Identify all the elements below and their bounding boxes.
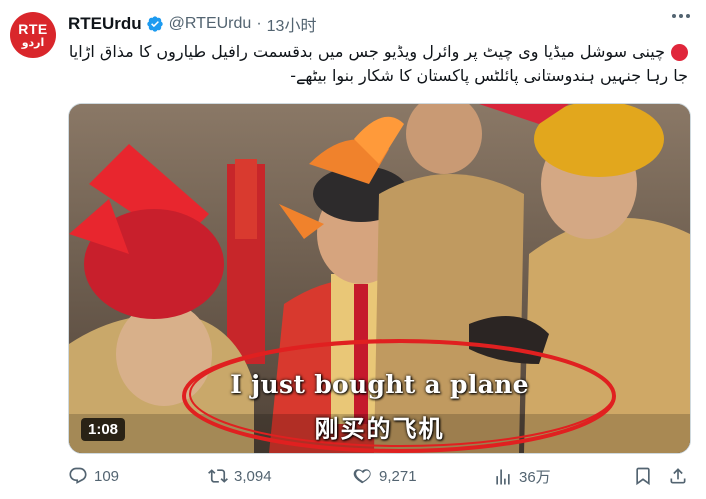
views-button[interactable]: 36万 [493,466,551,487]
red-circle-emoji-icon [671,44,688,61]
tweet-text: چینی سوشل میڈیا وی چیٹ پر وائرل ویڈیو جس… [68,40,688,88]
tweet-timestamp[interactable]: 13小时 [267,12,317,36]
subtitle-english: I just bought a plane [230,370,529,399]
bookmark-icon [636,467,650,486]
like-count: 9,271 [379,467,417,485]
header-separator: · [256,15,262,32]
heart-icon [353,469,371,484]
video-duration-badge: 1:08 [81,418,126,441]
retweet-count: 3,094 [234,467,272,485]
reply-count: 109 [94,467,120,485]
like-button[interactable]: 9,271 [353,466,417,486]
author-handle[interactable]: @RTEUrdu [169,15,252,33]
video-frame [69,104,690,453]
views-count: 36万 [519,469,551,486]
bookmark-button[interactable] [633,466,659,486]
avatar-logo-text: RTE [18,20,48,37]
tweet-header: RTEUrdu @RTEUrdu · 13小时 [68,12,316,36]
author-name[interactable]: RTEUrdu [68,14,142,34]
views-chart-icon [496,469,510,484]
verified-badge-icon [146,15,164,33]
tweet-actions-bar: 109 3,094 9,271 36万 [68,466,688,492]
video-player[interactable]: I just bought a plane 刚买的飞机 1:08 [68,103,691,454]
tweet-body: چینی سوشل میڈیا وی چیٹ پر وائرل ویڈیو جس… [68,42,688,85]
reply-icon [69,467,87,484]
retweet-icon [208,469,228,483]
subtitle-chinese: 刚买的飞机 [314,416,445,443]
avatar-logo-subtext: اردو [21,35,45,49]
retweet-button[interactable]: 3,094 [208,466,272,486]
tweet-card[interactable]: RTE اردو RTEUrdu @RTEUrdu · 13小时 چینی سو… [0,0,706,499]
share-button[interactable] [668,466,694,486]
avatar[interactable]: RTE اردو [10,12,56,58]
share-icon [670,468,686,484]
reply-button[interactable]: 109 [68,466,119,486]
more-options-icon[interactable] [672,14,690,18]
